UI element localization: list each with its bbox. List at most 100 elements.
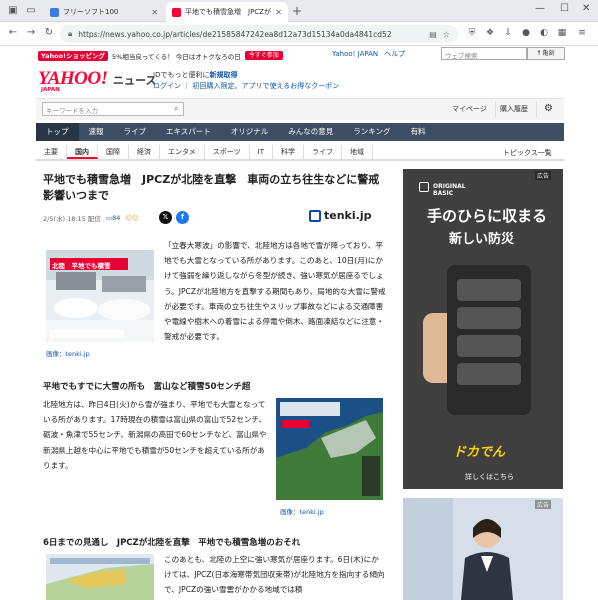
comment-count-value: 84 xyxy=(112,214,121,222)
close-window-icon[interactable]: ✕ xyxy=(582,3,590,14)
article-image-map[interactable] xyxy=(276,398,383,500)
login-link[interactable]: ログイン ｜ 初回購入限定。アプリで使えるお得なクーポン xyxy=(153,81,339,91)
mypage-link[interactable]: マイページ xyxy=(444,101,496,117)
article-image-forecast[interactable] xyxy=(46,554,154,600)
tab-title: 平地でも積雪急増 JPCZが北陸 xyxy=(185,8,271,16)
image2-caption[interactable]: 画像：tenki.jp xyxy=(280,506,324,516)
minimize-icon[interactable]: — xyxy=(535,3,545,14)
ad-label: 広告 xyxy=(534,171,551,180)
nav-live[interactable]: ライブ xyxy=(114,123,157,141)
new-tab-button[interactable]: + xyxy=(292,4,302,18)
extension-puzzle-icon[interactable]: ▦ xyxy=(556,27,568,39)
favicon-icon xyxy=(50,7,59,17)
yahoo-logo-sub: JAPAN xyxy=(41,87,60,93)
url-text[interactable]: https://news.yahoo.co.jp/articles/de2158… xyxy=(78,30,423,39)
extension-icon[interactable]: ● xyxy=(520,27,532,39)
ad-person-image xyxy=(403,498,563,600)
topics-list-link[interactable]: トピックス一覧 xyxy=(503,148,552,158)
window-menu-icon[interactable]: ▣ xyxy=(6,4,20,18)
battery-product-image xyxy=(423,265,531,415)
article-image-snow[interactable]: 北陸 平地でも積雪 xyxy=(46,250,154,342)
subnav-sports[interactable]: スポーツ xyxy=(205,145,250,159)
subnav-region[interactable]: 地域 xyxy=(342,145,374,159)
nav-expert[interactable]: エキスパート xyxy=(156,123,221,141)
ad-headline-2: 新しい防災 xyxy=(449,232,515,247)
publish-date: 2/5(水) 18:15 配信 xyxy=(43,215,101,223)
keyword-input[interactable]: キーワードを入力 xyxy=(42,102,184,116)
subnav-it[interactable]: IT xyxy=(250,145,274,159)
nav-top[interactable]: トップ xyxy=(36,123,79,141)
reload-icon[interactable]: ↻ xyxy=(42,27,56,38)
signup-link[interactable]: 新規取得 xyxy=(209,71,237,79)
ad-banner-disaster-battery[interactable]: 広告 ORIGINAL BASIC 手のひらに収まる 新しい防災 ドカでん 詳し… xyxy=(403,169,563,489)
nav-original[interactable]: オリジナル xyxy=(221,123,279,141)
close-tab-icon[interactable]: ✕ xyxy=(275,8,282,17)
nav-breaking[interactable]: 速報 xyxy=(79,123,114,141)
web-search-input[interactable]: ウェブ検索 xyxy=(441,47,527,60)
login-promo: IDでもっと便利に新規取得 xyxy=(153,70,237,80)
promo-join-button[interactable]: 今すぐ参加 xyxy=(244,51,283,60)
subnav-international[interactable]: 国際 xyxy=(98,145,129,159)
top-links: Yahoo! JAPAN ヘルプ xyxy=(332,49,405,59)
subnav-economy[interactable]: 経済 xyxy=(129,145,160,159)
back-icon[interactable]: ← xyxy=(6,27,20,38)
facebook-share-icon[interactable]: f xyxy=(176,211,189,224)
subnav-main[interactable]: 主要 xyxy=(36,145,67,159)
subnav-entertainment[interactable]: エンタメ xyxy=(160,145,205,159)
yahoo-japan-link[interactable]: Yahoo! JAPAN xyxy=(332,50,378,58)
help-link[interactable]: ヘルプ xyxy=(384,49,405,59)
purchase-history-link[interactable]: 購入履歴 xyxy=(492,101,537,117)
gear-icon[interactable]: ⚙ xyxy=(544,103,553,114)
ad-banner-2[interactable]: 広告 xyxy=(403,498,563,600)
subnav-domestic[interactable]: 国内 xyxy=(67,145,98,159)
subnav-science[interactable]: 科学 xyxy=(273,145,305,159)
comment-count[interactable]: ▭84 xyxy=(106,214,120,222)
search-icon[interactable]: ⌕ xyxy=(174,104,178,114)
section-heading-2: 6日までの見通し JPCZが北陸を直撃 平地でも積雪急増のおそれ xyxy=(43,538,301,548)
ad-cta-link[interactable]: 詳しくはこちら xyxy=(465,472,514,482)
bookmark-star-icon[interactable]: ☆ xyxy=(443,30,450,39)
shield-icon[interactable]: ⛨ xyxy=(466,27,478,39)
image1-overlay-text: 北陸 平地でも積雪 xyxy=(52,262,111,270)
ad-brand: ORIGINAL BASIC xyxy=(433,183,466,197)
promo-text[interactable]: 5%相当戻ってくる！ 今日はオトクなろの日 xyxy=(112,51,241,61)
web-search-button[interactable]: ｻ 亀刻 xyxy=(527,47,565,60)
menu-icon[interactable]: ≡ xyxy=(576,27,588,39)
tab-active[interactable]: 平地でも積雪急増 JPCZが北陸 ✕ xyxy=(166,2,288,22)
news-label[interactable]: ニュース xyxy=(113,72,156,88)
maximize-icon[interactable]: ☐ xyxy=(560,3,569,14)
nav-ranking[interactable]: ランキング xyxy=(343,123,400,141)
tab-inactive[interactable]: フリーソフト100 ✕ xyxy=(44,2,164,22)
ad-logo: ドカでん xyxy=(453,445,506,460)
subnav-life[interactable]: ライフ xyxy=(304,145,343,159)
downloads-icon[interactable]: ⇩ xyxy=(502,27,514,39)
article-paragraph-2: 北陸地方は、昨日4日(火)から雪が強まり、平地でも大雪となっている所があります。… xyxy=(43,400,267,470)
image1-caption[interactable]: 画像：tenki.jp xyxy=(46,348,90,358)
sub-nav: 主要 国内 国際 経済 エンタメ スポーツ IT 科学 ライフ 地域 xyxy=(36,145,564,161)
brand-icon xyxy=(419,182,429,192)
login-promo-text: IDでもっと便利に xyxy=(153,71,210,79)
nav-opinion[interactable]: みんなの意見 xyxy=(278,123,343,141)
profile-icon[interactable]: ◐ xyxy=(538,27,550,39)
tab-title: フリーソフト100 xyxy=(63,8,119,16)
article-headline: 平地でも積雪急増 JPCZが北陸を直撃 車両の立ち往生などに警戒 影響いつまで xyxy=(43,173,391,202)
collections-icon[interactable]: ❖ xyxy=(484,27,496,39)
source-name: tenki.jp xyxy=(324,209,372,222)
article-paragraph-3: このあとも、北陸の上空に強い寒気が居座ります。6日(木)にかけては、JPCZ(日… xyxy=(164,555,385,595)
browser-nav-bar: ← → ↻ 🔒︎ https://news.yahoo.co.jp/articl… xyxy=(0,22,598,46)
browser-tab-bar: ▣ ▭ フリーソフト100 ✕ 平地でも積雪急増 JPCZが北陸 ✕ + — ☐… xyxy=(0,0,598,22)
reaction-icon[interactable]: ☺☺ xyxy=(125,214,139,222)
forward-icon[interactable]: → xyxy=(24,27,38,38)
x-share-icon[interactable]: 𝕏 xyxy=(159,211,172,224)
source-logo[interactable]: tenki.jp xyxy=(309,209,371,222)
address-bar[interactable]: 🔒︎ https://news.yahoo.co.jp/articles/de2… xyxy=(60,25,458,43)
snow-map xyxy=(276,398,383,500)
article-paragraph-1: 「立春大寒波」の影響で、北陸地方は各地で雪が降っており、平地でも大雪となっている… xyxy=(164,241,386,342)
section-heading-1: 平地でもすでに大雪の所も 富山など積雪50センチ超 xyxy=(43,382,251,392)
close-tab-icon[interactable]: ✕ xyxy=(151,8,158,17)
nav-paid[interactable]: 有料 xyxy=(401,123,436,141)
yahoo-favicon-icon xyxy=(172,7,181,17)
promo-banner[interactable]: Yahoo!ショッピング 5%相当戻ってくる！ 今日はオトクなろの日 今すぐ参加 xyxy=(38,50,283,61)
tab-list-icon[interactable]: ▭ xyxy=(24,4,38,18)
reader-icon[interactable]: ▤ xyxy=(429,30,437,39)
